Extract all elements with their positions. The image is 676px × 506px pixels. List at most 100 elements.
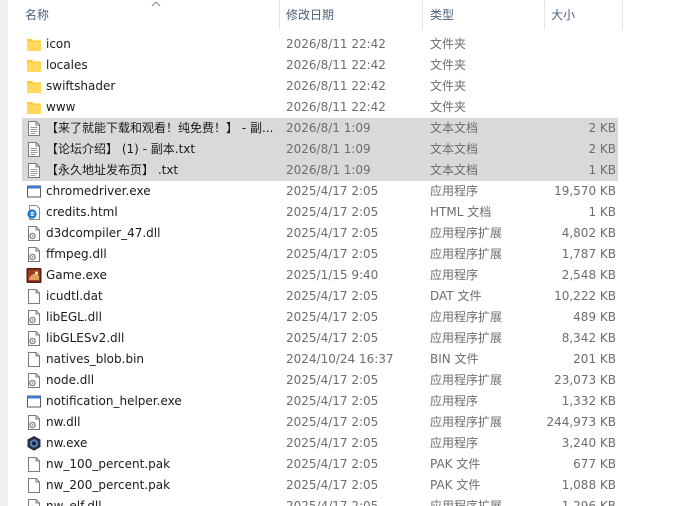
file-size: 244,973 KB xyxy=(546,415,616,429)
dll-file-icon xyxy=(26,498,42,506)
file-name: node.dll xyxy=(46,373,95,387)
file-row[interactable]: 【永久地址发布页】 .txt 2026/8/1 1:09 文本文档 1 KB xyxy=(22,160,618,181)
file-row[interactable]: nw_200_percent.pak 2025/4/17 2:05 PAK 文件 1,… xyxy=(22,475,618,496)
file-modified-date: 2025/4/17 2:05 xyxy=(286,499,379,506)
text-file-icon xyxy=(26,162,42,179)
file-type: 应用程序扩展 xyxy=(430,331,503,345)
folder-row[interactable]: swiftshader 2026/8/11 22:42 文件夹 xyxy=(22,76,618,97)
file-type: 文件夹 xyxy=(430,100,467,114)
file-size: 3,240 KB xyxy=(561,436,616,450)
column-header-type[interactable]: 类型 xyxy=(430,0,454,30)
file-name: swiftshader xyxy=(46,79,116,93)
dll-file-icon xyxy=(26,372,42,389)
blank-file-icon xyxy=(26,456,42,473)
file-name: d3dcompiler_47.dll xyxy=(46,226,161,240)
file-size: 2 KB xyxy=(588,142,616,156)
dll-file-icon xyxy=(26,414,42,431)
file-name: nw_100_percent.pak xyxy=(46,457,171,471)
file-row[interactable]: nw_100_percent.pak 2025/4/17 2:05 PAK 文件 67… xyxy=(22,454,618,475)
blank-file-icon xyxy=(26,351,42,368)
file-row[interactable]: d3dcompiler_47.dll 2025/4/17 2:05 应用程序扩展 4,… xyxy=(22,223,618,244)
file-row[interactable]: libEGL.dll 2025/4/17 2:05 应用程序扩展 489 KB xyxy=(22,307,618,328)
file-name: libEGL.dll xyxy=(46,310,102,324)
file-type: 文本文档 xyxy=(430,121,479,135)
file-row[interactable]: libGLESv2.dll 2025/4/17 2:05 应用程序扩展 8,342 K… xyxy=(22,328,618,349)
file-type: 应用程序 xyxy=(430,268,479,282)
text-file-icon xyxy=(26,120,42,137)
file-modified-date: 2025/4/17 2:05 xyxy=(286,373,379,387)
file-name: chromedriver.exe xyxy=(46,184,151,198)
file-row[interactable]: icudtl.dat 2025/4/17 2:05 DAT 文件 10,222 KB xyxy=(22,286,618,307)
file-type: 应用程序扩展 xyxy=(430,247,503,261)
file-list: icon 2026/8/11 22:42 文件夹 locales 2026/8/11 2… xyxy=(8,34,624,506)
column-divider[interactable] xyxy=(622,0,623,30)
file-row[interactable]: nw.exe 2025/4/17 2:05 应用程序 3,240 KB xyxy=(22,433,618,454)
nwjs-icon xyxy=(26,435,42,452)
file-row[interactable]: natives_blob.bin 2024/10/24 16:37 BIN 文件 20… xyxy=(22,349,618,370)
column-header-size[interactable]: 大小 xyxy=(551,0,575,30)
text-file-icon xyxy=(26,141,42,158)
file-name: 【来了就能下载和观看！纯免费！】 - 副... xyxy=(46,121,274,135)
file-row[interactable]: 【论坛介绍】 (1) - 副本.txt 2026/8/1 1:09 文本文档 2 KB xyxy=(22,139,618,160)
file-type: BIN 文件 xyxy=(430,352,479,366)
file-size: 8,342 KB xyxy=(561,331,616,345)
file-name: nw_200_percent.pak xyxy=(46,478,171,492)
file-size: 1 KB xyxy=(588,205,616,219)
left-scroll-edge xyxy=(0,0,8,506)
blank-file-icon xyxy=(26,288,42,305)
column-divider[interactable] xyxy=(422,0,423,30)
file-name: Game.exe xyxy=(46,268,107,282)
file-row[interactable]: node.dll 2025/4/17 2:05 应用程序扩展 23,073 KB xyxy=(22,370,618,391)
file-type: 文件夹 xyxy=(430,79,467,93)
file-row[interactable]: credits.html 2025/4/17 2:05 HTML 文档 1 KB xyxy=(22,202,618,223)
file-size: 677 KB xyxy=(573,457,616,471)
dll-file-icon xyxy=(26,246,42,263)
file-type: 应用程序 xyxy=(430,436,479,450)
file-modified-date: 2025/4/17 2:05 xyxy=(286,331,379,345)
folder-row[interactable]: locales 2026/8/11 22:42 文件夹 xyxy=(22,55,618,76)
file-size: 201 KB xyxy=(573,352,616,366)
file-name: 【永久地址发布页】 .txt xyxy=(46,163,179,177)
dll-file-icon xyxy=(26,225,42,242)
file-type: PAK 文件 xyxy=(430,457,481,471)
file-type: 文本文档 xyxy=(430,163,479,177)
file-name: libGLESv2.dll xyxy=(46,331,125,345)
column-header-name[interactable]: 名称 xyxy=(25,0,49,30)
html-file-icon xyxy=(26,204,42,221)
file-size: 489 KB xyxy=(573,310,616,324)
file-modified-date: 2025/4/17 2:05 xyxy=(286,247,379,261)
file-modified-date: 2025/4/17 2:05 xyxy=(286,310,379,324)
file-row[interactable]: ffmpeg.dll 2025/4/17 2:05 应用程序扩展 1,787 KB xyxy=(22,244,618,265)
file-modified-date: 2025/4/17 2:05 xyxy=(286,415,379,429)
file-size: 1,296 KB xyxy=(561,499,616,506)
column-divider[interactable] xyxy=(544,0,545,30)
file-row[interactable]: notification_helper.exe 2025/4/17 2:05 应用程… xyxy=(22,391,618,412)
column-header-date[interactable]: 修改日期 xyxy=(286,0,334,30)
file-size: 1,088 KB xyxy=(561,478,616,492)
file-name: notification_helper.exe xyxy=(46,394,182,408)
file-row[interactable]: nw.dll 2025/4/17 2:05 应用程序扩展 244,973 KB xyxy=(22,412,618,433)
file-modified-date: 2026/8/11 22:42 xyxy=(286,37,386,51)
file-name: nw.exe xyxy=(46,436,88,450)
file-name: nw.dll xyxy=(46,415,81,429)
file-name: www xyxy=(46,100,76,114)
file-modified-date: 2026/8/11 22:42 xyxy=(286,79,386,93)
file-row[interactable]: nw_elf.dll 2025/4/17 2:05 应用程序扩展 1,296 KB xyxy=(22,496,618,506)
column-divider[interactable] xyxy=(279,0,280,30)
file-type: HTML 文档 xyxy=(430,205,492,219)
file-type: 应用程序扩展 xyxy=(430,499,503,506)
file-modified-date: 2025/4/17 2:05 xyxy=(286,184,379,198)
folder-row[interactable]: www 2026/8/11 22:42 文件夹 xyxy=(22,97,618,118)
sort-ascending-icon xyxy=(151,0,161,7)
folder-icon xyxy=(26,57,42,74)
file-modified-date: 2025/1/15 9:40 xyxy=(286,268,379,282)
folder-icon xyxy=(26,36,42,53)
folder-row[interactable]: icon 2026/8/11 22:42 文件夹 xyxy=(22,34,618,55)
file-modified-date: 2025/4/17 2:05 xyxy=(286,226,379,240)
file-row[interactable]: chromedriver.exe 2025/4/17 2:05 应用程序 19,570… xyxy=(22,181,618,202)
file-row[interactable]: Game.exe 2025/1/15 9:40 应用程序 2,548 KB xyxy=(22,265,618,286)
file-modified-date: 2026/8/1 1:09 xyxy=(286,163,371,177)
app-window-icon xyxy=(26,393,42,410)
file-row[interactable]: 【来了就能下载和观看！纯免费！】 - 副... 2026/8/1 1:09 文本文档… xyxy=(22,118,618,139)
file-size: 1 KB xyxy=(588,163,616,177)
